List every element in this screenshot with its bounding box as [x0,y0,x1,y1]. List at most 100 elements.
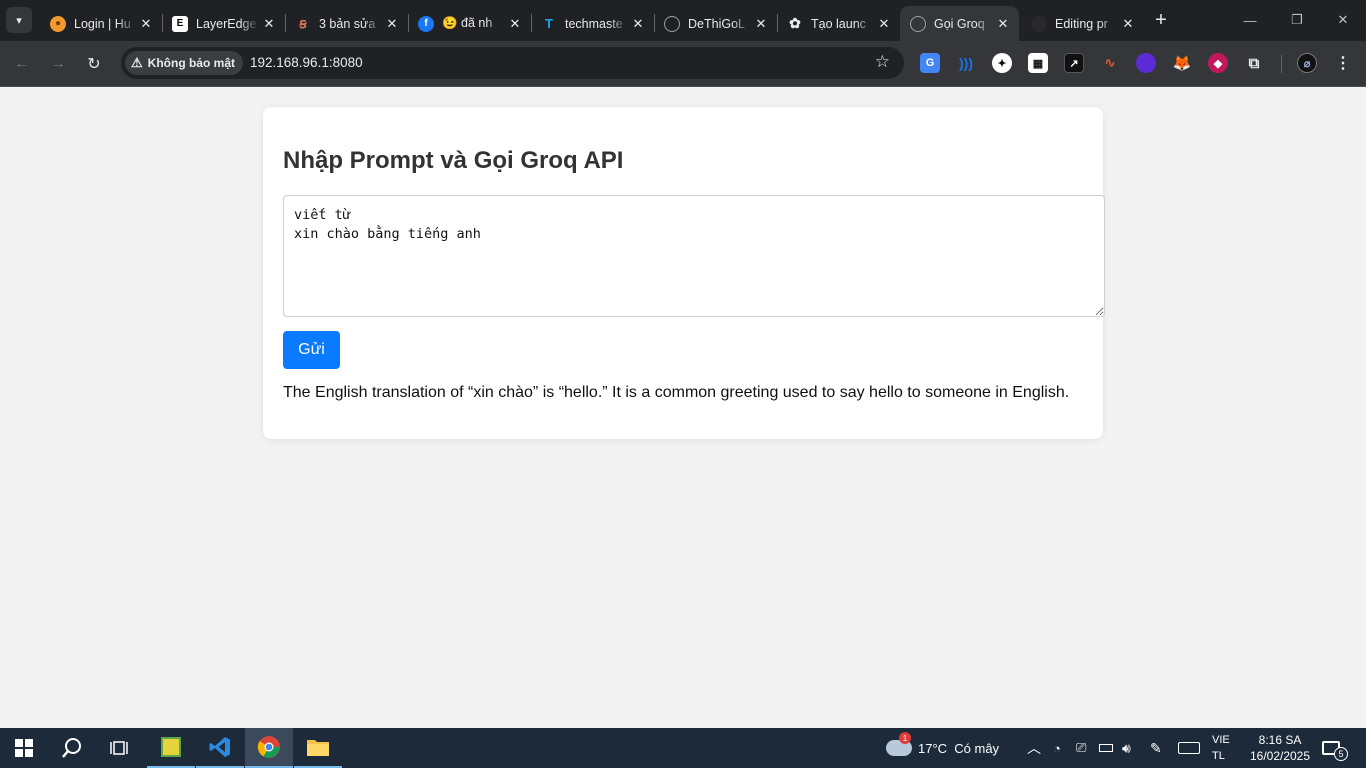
taskbar-app-chrome[interactable] [245,728,293,768]
send-button[interactable]: Gửi [283,331,340,369]
plus-icon: + [1155,8,1167,31]
task-view-icon [110,741,128,755]
globe-icon [664,15,680,32]
bookmark-star-icon[interactable]: ☆ [875,52,890,72]
openai-icon: ✿ [789,15,801,31]
response-text: The English translation of “xin chào” is… [283,384,1070,401]
tab[interactable]: f 😉 đã nh ✕ [408,6,532,41]
close-window-button[interactable]: ✕ [1329,8,1357,32]
metamask-extension-icon[interactable]: 🦊 [1172,53,1192,73]
pen-icon[interactable]: ✎ [1150,728,1162,768]
tab-title: Gọi Groq [934,16,985,31]
taskbar-app-sticky[interactable] [147,728,195,768]
prompt-input[interactable] [283,195,1105,317]
minimize-button[interactable]: — [1236,8,1264,32]
lang-top: VIE [1212,734,1230,746]
warning-icon: ⚠ [131,55,143,70]
tab-title: DeThiGoL [688,16,745,31]
keyboard-glyph-icon [1178,742,1200,754]
clock[interactable]: 8:16 SA 16/02/2025 [1245,732,1315,764]
cloud-icon: 1 [886,732,912,756]
weather-widget[interactable]: 1 17°C Có mây [886,728,999,768]
close-icon[interactable]: ✕ [382,14,402,34]
security-chip[interactable]: ⚠ Không bảo mật [125,51,243,75]
battery-glyph-icon [1099,744,1113,752]
task-view-button[interactable] [96,728,144,768]
start-button[interactable] [0,728,48,768]
tab[interactable]: DeThiGoL ✕ [654,6,778,41]
tab[interactable]: Editing pr ✕ [1021,6,1144,41]
reload-button[interactable]: ↻ [82,52,106,76]
network-icon[interactable]: ◔ [1053,728,1061,768]
tab-title: 3 bản sửa [319,16,376,31]
url-text[interactable]: 192.168.96.1:8080 [250,55,363,70]
tab-strip: ▾ ● Login | Hu ✕ E LayerEdge ✕ ꞩ 3 bản s… [0,0,1366,41]
clock-date: 16/02/2025 [1249,749,1311,763]
pink-extension-icon[interactable]: ◆ [1208,53,1228,73]
wallet-extension-icon[interactable]: ▦ [1028,53,1048,73]
search-icon [62,738,81,758]
tab-title: techmaste [565,16,623,31]
tab[interactable]: ✿ Tạo launc ✕ [777,6,900,41]
wave-extension-icon[interactable]: ))) [956,53,976,73]
dark-circle-icon [1031,15,1047,32]
arrow-left-icon: ← [14,55,30,72]
tab-title: Editing pr [1055,16,1108,31]
taskbar: 1 17°C Có mây ︿ ◔ ⎚ 🔊︎ ✎ VIE TL 8:16 SA … [0,728,1366,768]
tab[interactable]: ꞩ 3 bản sửa ✕ [285,6,409,41]
menu-kebab-icon[interactable]: ⋮ [1333,53,1353,73]
search-button[interactable] [48,728,96,768]
forward-button[interactable]: → [46,52,70,76]
meet-now-icon[interactable]: ⎚ [1076,728,1086,768]
profile-avatar-icon[interactable]: ⌀ [1297,53,1317,73]
show-hidden-icons-button[interactable]: ︿ [1027,728,1041,768]
taskbar-app-explorer[interactable] [294,728,342,768]
security-label: Không bảo mật [147,56,235,70]
close-icon[interactable]: ✕ [751,14,771,34]
restore-button[interactable]: ❐ [1283,8,1311,32]
new-tab-button[interactable]: + [1150,9,1172,31]
tab[interactable]: T techmaste ✕ [531,6,655,41]
browser-toolbar: ← → ↻ ⚠ Không bảo mật 192.168.96.1:8080 … [0,41,1366,87]
pen-glyph-icon: ✎ [1150,739,1162,756]
toolbar-separator [1281,55,1282,73]
page-title: Nhập Prompt và Gọi Groq API [283,147,624,174]
tab[interactable]: ● Login | Hu ✕ [40,6,163,41]
purple-extension-icon[interactable] [1136,53,1156,73]
vscode-icon [209,737,230,757]
translate-extension-icon[interactable]: G [920,53,940,73]
slash-extension-icon[interactable]: ↗ [1064,53,1084,73]
close-icon[interactable]: ✕ [874,14,894,34]
close-icon[interactable]: ✕ [993,14,1013,34]
notifications-button[interactable]: 5 [1322,728,1348,768]
back-button[interactable]: ← [10,52,34,76]
lang-bottom: TL [1212,750,1225,762]
close-icon[interactable]: ✕ [136,14,156,34]
close-icon[interactable]: ✕ [628,14,648,34]
techmaster-icon: T [545,16,553,31]
minimize-icon: — [1243,12,1257,28]
tab-title: 😉 đã nh [442,16,493,30]
address-bar[interactable]: ⚠ Không bảo mật 192.168.96.1:8080 ☆ [121,47,904,79]
taskbar-app-vscode[interactable] [196,728,244,768]
game-extension-icon[interactable]: ✦ [992,53,1012,73]
tab-title: LayerEdge [196,16,257,31]
battery-icon[interactable] [1099,728,1113,768]
tab[interactable]: E LayerEdge ✕ [162,6,286,41]
volume-icon[interactable]: 🔊︎ [1122,728,1131,768]
close-icon[interactable]: ✕ [505,14,525,34]
tab-active[interactable]: Gọi Groq ✕ [900,6,1019,41]
language-indicator[interactable]: VIE TL [1212,732,1230,764]
puzzle-extension-icon[interactable]: ⧉ [1244,53,1264,73]
close-icon[interactable]: ✕ [1118,14,1138,34]
signature-extension-icon[interactable]: ∿ [1100,53,1120,73]
tab-search-button[interactable]: ▾ [6,7,32,33]
keyboard-icon[interactable] [1178,728,1200,768]
close-icon[interactable]: ✕ [259,14,279,34]
tab-title: Tạo launc [811,16,866,31]
reload-icon: ↻ [87,56,101,73]
weather-badge: 1 [899,732,911,744]
wifi-icon: ◔ [1053,740,1061,756]
tab-title: Login | Hu [74,16,131,31]
claude-icon: ꞩ [299,15,307,31]
